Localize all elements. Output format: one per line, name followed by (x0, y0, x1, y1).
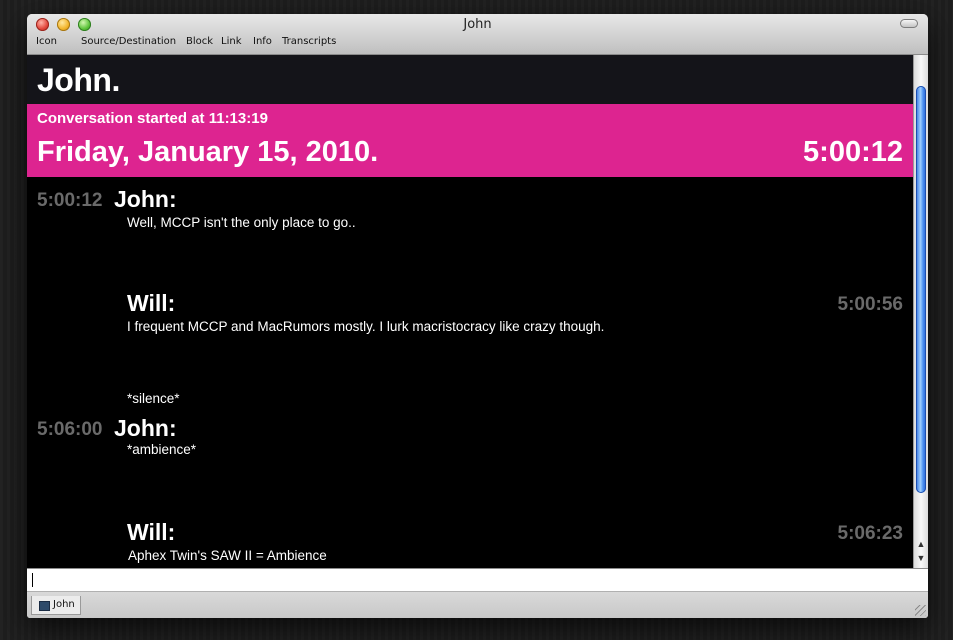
message-timestamp: 5:00:12 (37, 190, 103, 211)
chat-header: John. (27, 55, 913, 104)
message-timestamp: 5:00:56 (837, 294, 904, 315)
tab-john[interactable]: John (31, 596, 81, 615)
conversation-started: Conversation started at 11:13:19 (37, 110, 268, 127)
conversation-banner: Conversation started at 11:13:19 Friday,… (27, 104, 913, 177)
title-bar[interactable]: John Icon Source/Destination Block Link … (27, 14, 928, 55)
vertical-scrollbar[interactable]: ▲ ▼ (913, 55, 928, 568)
toolbar-link[interactable]: Link (221, 36, 241, 47)
message-timestamp: 5:06:23 (837, 523, 904, 544)
conversation-date: Friday, January 15, 2010. (37, 136, 379, 168)
message-input[interactable] (27, 568, 928, 592)
message-text: I frequent MCCP and MacRumors mostly. I … (127, 319, 605, 334)
message-sender: John: (114, 415, 177, 441)
text-caret (32, 573, 33, 587)
tab-label: John (53, 599, 75, 610)
message-timestamp: 5:06:00 (37, 419, 103, 440)
contact-name: John. (37, 62, 120, 98)
toolbar-info[interactable]: Info (253, 36, 272, 47)
chat-window-icon (39, 601, 50, 611)
resize-grip-icon[interactable] (915, 605, 926, 616)
scroll-down-arrow-icon[interactable]: ▼ (914, 551, 928, 565)
tab-bar: John (27, 592, 928, 618)
message-sender: Will: (127, 290, 176, 316)
message-text: *ambience* (127, 442, 197, 457)
toolbar-icon[interactable]: Icon (36, 36, 57, 47)
toolbar-block[interactable]: Block (186, 36, 213, 47)
toolbar-transcripts[interactable]: Transcripts (282, 36, 336, 47)
message-text: Aphex Twin's SAW II = Ambience (128, 548, 327, 563)
message-text: *silence* (127, 391, 180, 406)
scroll-thumb[interactable] (916, 86, 926, 493)
scroll-up-arrow-icon[interactable]: ▲ (914, 537, 928, 551)
window-title: John (463, 17, 492, 32)
conversation-time: 5:00:12 (803, 136, 903, 168)
chat-window: John Icon Source/Destination Block Link … (27, 14, 928, 618)
message-sender: Will: (127, 519, 176, 545)
toolbar-toggle-button[interactable] (900, 19, 918, 28)
toolbar-source-destination[interactable]: Source/Destination (81, 36, 176, 47)
message-sender: John: (114, 186, 177, 212)
message-text: Well, MCCP isn't the only place to go.. (127, 215, 356, 230)
message-view[interactable]: John. Conversation started at 11:13:19 F… (27, 55, 913, 568)
